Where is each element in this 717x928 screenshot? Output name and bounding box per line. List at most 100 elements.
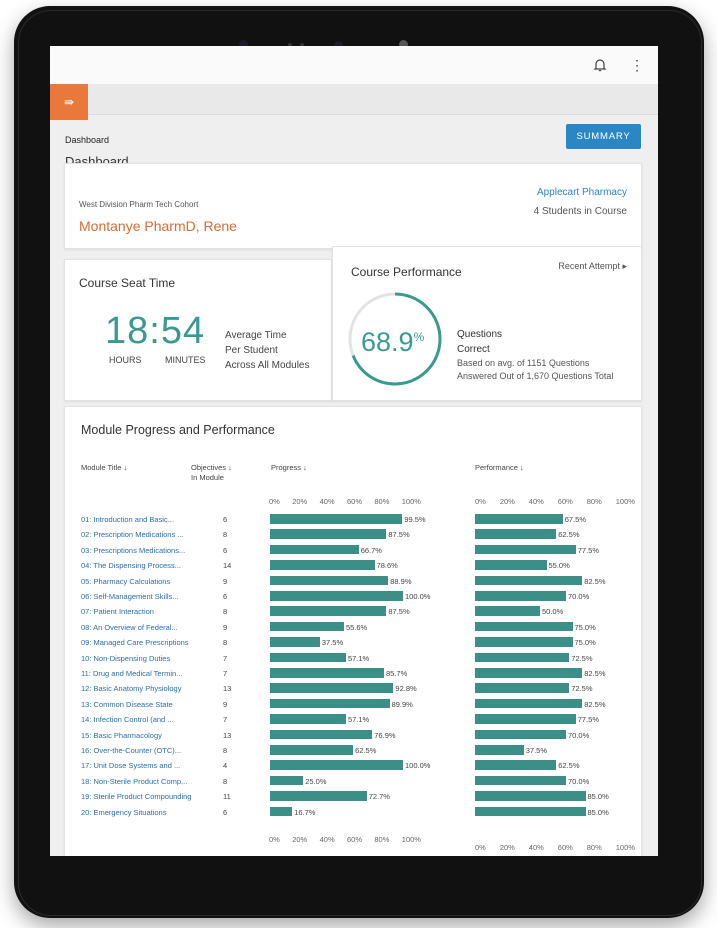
tick-label: 100% (615, 497, 635, 506)
module-title-link[interactable]: 12: Basic Anatomy Physiology (81, 684, 181, 693)
progress-bar (270, 591, 403, 601)
module-title-link[interactable]: 13: Common Disease State (81, 700, 173, 709)
module-title-link[interactable]: 15: Basic Pharmacology (81, 731, 162, 740)
module-title-link[interactable]: 10: Non-Dispensing Duties (81, 654, 170, 663)
objective-count: 8 (223, 776, 228, 786)
progress-axis-top: 0% 20% 40% 60% 80% 100% (269, 497, 421, 506)
module-title-link[interactable]: 16: Over-the-Counter (OTC)... (81, 746, 181, 755)
progress-label: 78.6% (376, 561, 398, 571)
objective-count: 8 (223, 638, 228, 648)
caption-line: Answered Out of 1,670 Questions Total (457, 371, 614, 381)
objective-count: 4 (223, 761, 228, 771)
column-header-progress[interactable]: Progress ↓ (271, 463, 307, 473)
module-title-link[interactable]: 06: Self-Management Skills... (81, 592, 179, 601)
module-title-link[interactable]: 02: Prescription Medications ... (81, 530, 184, 539)
objective-count: 14 (223, 561, 232, 571)
progress-bar (270, 637, 320, 647)
performance-label: 82.5% (584, 576, 606, 586)
questions-basis: Based on avg. of 1151 Questions Answered… (457, 357, 613, 383)
sort-arrow-icon: ↓ (303, 463, 307, 472)
column-header-performance-label: Performance (475, 463, 518, 472)
tick-label: 100% (401, 835, 421, 844)
module-title-link[interactable]: 18: Non-Sterile Product Comp... (81, 777, 187, 786)
progress-bar (270, 668, 384, 678)
column-header-progress-label: Progress (271, 463, 302, 472)
performance-label: 70.0% (568, 592, 590, 601)
tick-label: 20% (292, 497, 308, 506)
breadcrumb[interactable]: Dashboard (65, 135, 109, 145)
progress-bar (270, 729, 373, 740)
performance-bar (475, 791, 586, 801)
performance-label: 55.0% (548, 561, 570, 571)
recent-attempt-label: Recent Attempt (558, 261, 620, 271)
tick-label: 60% (347, 497, 363, 506)
performance-label: 37.5% (525, 746, 548, 755)
progress-bar (270, 652, 346, 663)
performance-bar (475, 652, 570, 663)
performance-bar (475, 775, 566, 786)
objective-count: 8 (223, 607, 228, 617)
performance-percent: 68.9% (361, 327, 424, 358)
module-title-link[interactable]: 05: Pharmacy Calculations (81, 577, 170, 586)
menu-toggle-button[interactable]: ⇛ (50, 84, 88, 120)
module-title-link[interactable]: 09: Managed Care Prescriptions (81, 638, 189, 647)
collapse-menu-icon: ⇛ (63, 95, 75, 109)
objective-count: 7 (223, 715, 228, 725)
module-title-link[interactable]: 11: Drug and Medical Termin... (81, 669, 182, 678)
module-title-link[interactable]: 03: Prescriptions Medications... (81, 546, 185, 555)
progress-label: 87.5% (388, 607, 410, 617)
performance-card: Course Performance Recent Attempt ▸ 68.9… (332, 246, 642, 401)
performance-bar (475, 621, 573, 632)
objective-count: 8 (223, 530, 228, 540)
module-title-link[interactable]: 01: Introduction and Basic... (81, 515, 174, 524)
progress-bar (270, 529, 387, 539)
column-header-title-label: Module Title (81, 463, 122, 472)
module-title-link[interactable]: 14: Infection Control (and ... (81, 715, 174, 724)
objective-count: 7 (223, 669, 228, 678)
module-title-link[interactable]: 17: Unit Dose Systems and ... (81, 761, 180, 770)
kebab-icon[interactable]: ⋮ (630, 58, 644, 72)
module-title-link[interactable]: 04: The Dispensing Process... (81, 561, 181, 570)
module-title-link[interactable]: 19: Sterile Product Compounding (81, 792, 191, 801)
caption-line: Across All Modules (225, 360, 310, 371)
performance-label: 72.5% (571, 653, 593, 663)
objective-count: 6 (223, 545, 228, 555)
pharmacy-link[interactable]: Applecart Pharmacy (537, 187, 627, 198)
performance-label: 82.5% (584, 669, 606, 678)
sort-arrow-icon: ↓ (228, 463, 232, 472)
performance-bar (475, 544, 576, 555)
questions-caption: Questions Correct (457, 327, 502, 357)
summary-button[interactable]: SUMMARY (566, 124, 641, 149)
column-header-objectives[interactable]: Objectives ↓ In Module (191, 463, 232, 483)
instructor-name: Montanye PharmD, Rene (79, 218, 237, 234)
cohort-name: West Division Pharm Tech Cohort (79, 200, 199, 209)
module-title-link[interactable]: 08: An Overview of Federal... (81, 623, 178, 632)
caption-line: Questions (457, 329, 503, 340)
progress-bar (270, 791, 367, 801)
tick-label: 60% (557, 843, 573, 852)
performance-bar (475, 668, 583, 678)
tick-label: 100% (615, 843, 635, 852)
column-header-title[interactable]: Module Title ↓ (81, 463, 127, 473)
objective-count: 9 (223, 576, 228, 586)
performance-label: 75.0% (574, 622, 596, 632)
column-header-performance[interactable]: Performance ↓ (475, 463, 524, 473)
tick-label: 40% (528, 843, 544, 852)
progress-label: 100.0% (405, 592, 431, 601)
module-title-link[interactable]: 07: Patient Interaction (81, 607, 154, 616)
app-screen: ⋮ ⇛ Dashboard Dashboard SUMMARY West Div… (50, 46, 658, 856)
module-title-link[interactable]: 20: Emergency Situations (81, 808, 166, 817)
tick-label: 60% (347, 835, 363, 844)
tick-label: 40% (319, 497, 335, 506)
bell-icon[interactable] (593, 58, 607, 72)
performance-bar (475, 575, 583, 586)
progress-bar (270, 544, 359, 555)
performance-label: 75.0% (574, 638, 596, 648)
performance-bar (475, 806, 586, 817)
progress-bar (270, 606, 387, 616)
tick-label: 100% (401, 497, 421, 506)
performance-axis-bottom: 0% 20% 40% 60% 80% 100% (475, 843, 635, 852)
progress-bar (270, 760, 403, 770)
progress-label: 72.7% (368, 792, 390, 802)
recent-attempt-link[interactable]: Recent Attempt ▸ (558, 261, 627, 272)
